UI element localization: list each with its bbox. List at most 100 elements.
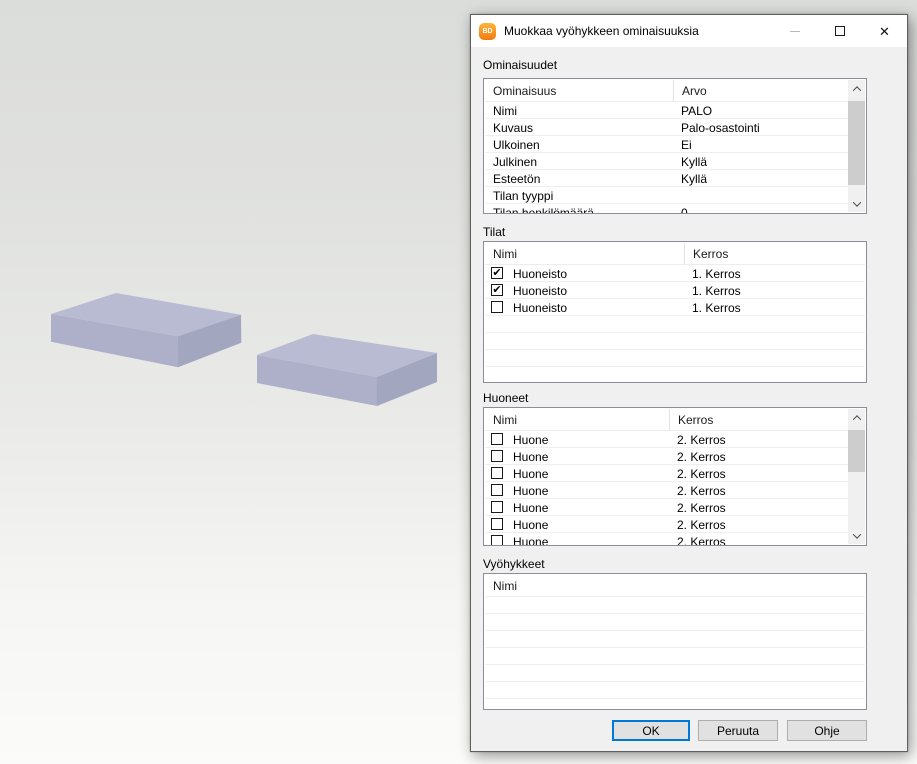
empty-row xyxy=(485,367,865,383)
scrollbar-thumb[interactable] xyxy=(848,430,865,472)
row-floor: 1. Kerros xyxy=(684,282,865,299)
table-row[interactable]: Huone2. Kerros xyxy=(485,499,865,516)
properties-table[interactable]: OminaisuusArvoNimiPALOKuvausPalo-osastoi… xyxy=(483,78,867,214)
table-row[interactable]: ✔ Huoneisto 1. Kerros xyxy=(485,282,865,299)
scroll-up-icon[interactable] xyxy=(848,80,865,97)
column-header[interactable]: Nimi xyxy=(485,575,845,597)
table-row[interactable]: Huone 2. Kerros xyxy=(485,431,865,448)
empty-row xyxy=(485,648,865,665)
table-row[interactable]: NimiPALO xyxy=(485,102,865,119)
checkbox-unchecked-icon[interactable] xyxy=(491,535,503,546)
minimize-icon xyxy=(790,31,800,32)
column-header[interactable]: Arvo xyxy=(673,80,848,102)
column-header[interactable]: Ominaisuus xyxy=(485,80,673,102)
scroll-down-icon[interactable] xyxy=(848,527,865,544)
scroll-down-icon[interactable] xyxy=(848,195,865,212)
maximize-icon xyxy=(835,26,845,36)
table-header: NimiKerros xyxy=(485,409,865,431)
checkbox-unchecked-icon[interactable] xyxy=(491,433,503,445)
table-header: OminaisuusArvo xyxy=(485,80,865,102)
row-floor: 2. Kerros xyxy=(669,516,848,533)
cancel-button[interactable]: Peruuta xyxy=(698,720,778,741)
spaces-section-label: Tilat xyxy=(483,225,505,239)
table-row[interactable]: Huone2. Kerros xyxy=(485,465,865,482)
help-button[interactable]: Ohje xyxy=(787,720,867,741)
minimize-button xyxy=(772,15,817,47)
row-name: Huoneisto xyxy=(513,299,567,316)
table-row[interactable]: Tilan tyyppi xyxy=(485,187,865,204)
column-header[interactable]: Nimi xyxy=(485,409,669,431)
3d-viewport[interactable] xyxy=(30,280,470,420)
property-name: Kuvaus xyxy=(485,119,673,136)
spaces-table[interactable]: NimiKerros ✔ Huoneisto 1. Kerros ✔ Huoneisto 1… xyxy=(483,241,867,383)
close-button[interactable]: ✕ xyxy=(862,15,907,47)
checkbox-checked-icon[interactable]: ✔ xyxy=(491,267,503,279)
property-value: 0 xyxy=(673,204,848,214)
row-name: Huone xyxy=(513,516,548,533)
table-row[interactable]: KuvausPalo-osastointi xyxy=(485,119,865,136)
row-name: Huone xyxy=(513,533,548,546)
app-logo-icon: BD xyxy=(479,23,496,40)
vertical-scrollbar[interactable] xyxy=(848,80,865,212)
dialog-title: Muokkaa vyöhykkeen ominaisuuksia xyxy=(504,24,699,38)
edit-zone-properties-dialog: BD Muokkaa vyöhykkeen ominaisuuksia ✕ Om… xyxy=(470,14,908,752)
table-header: Nimi xyxy=(485,575,865,597)
checkbox-unchecked-icon[interactable] xyxy=(491,450,503,462)
property-name: Tilan henkilömäärä xyxy=(485,204,673,214)
table-row[interactable]: Huone 2. Kerros xyxy=(485,516,865,533)
vertical-scrollbar[interactable] xyxy=(848,409,865,544)
checkbox-unchecked-icon[interactable] xyxy=(491,467,503,479)
empty-row xyxy=(485,665,865,682)
table-row[interactable]: UlkoinenEi xyxy=(485,136,865,153)
property-value: Kyllä xyxy=(673,170,848,187)
empty-row xyxy=(485,614,865,631)
row-name: Huoneisto xyxy=(513,265,567,282)
property-name: Nimi xyxy=(485,102,673,119)
table-row[interactable]: Huone2. Kerros xyxy=(485,482,865,499)
table-row[interactable]: EsteetönKyllä xyxy=(485,170,865,187)
table-row[interactable]: Huone2. Kerros xyxy=(485,448,865,465)
row-name: Huoneisto xyxy=(513,282,567,299)
properties-section-label: Ominaisuudet xyxy=(483,58,557,72)
rooms-table[interactable]: NimiKerrosHuone2. KerrosHuone2. KerrosHu… xyxy=(483,407,867,546)
empty-row xyxy=(485,333,865,350)
row-floor: 2. Kerros xyxy=(669,431,848,448)
empty-row xyxy=(485,631,865,648)
row-name: Huone xyxy=(513,431,548,448)
ok-button[interactable]: OK xyxy=(612,720,690,741)
zone-box-right[interactable] xyxy=(257,334,437,406)
zones-table[interactable]: Nimi xyxy=(483,573,867,710)
column-header[interactable]: Kerros xyxy=(669,409,848,431)
checkbox-unchecked-icon[interactable] xyxy=(491,501,503,513)
row-floor: 2. Kerros xyxy=(669,482,848,499)
maximize-button[interactable] xyxy=(817,15,862,47)
app-screen: BD Muokkaa vyöhykkeen ominaisuuksia ✕ Om… xyxy=(0,0,917,764)
row-floor: 1. Kerros xyxy=(684,299,865,316)
empty-row xyxy=(485,597,865,614)
empty-row xyxy=(485,350,865,367)
table-row[interactable]: Huone2. Kerros xyxy=(485,533,865,546)
property-name: Esteetön xyxy=(485,170,673,187)
property-name: Julkinen xyxy=(485,153,673,170)
column-header[interactable]: Kerros xyxy=(684,243,865,265)
dialog-titlebar[interactable]: BD Muokkaa vyöhykkeen ominaisuuksia ✕ xyxy=(471,15,907,47)
close-icon: ✕ xyxy=(879,25,890,38)
rooms-section-label: Huoneet xyxy=(483,391,528,405)
checkbox-checked-icon[interactable]: ✔ xyxy=(491,284,503,296)
property-value xyxy=(673,187,848,204)
table-row[interactable]: Tilan henkilömäärä0 xyxy=(485,204,865,214)
scroll-up-icon[interactable] xyxy=(848,409,865,426)
property-value: Kyllä xyxy=(673,153,848,170)
table-row[interactable]: JulkinenKyllä xyxy=(485,153,865,170)
property-value: Ei xyxy=(673,136,848,153)
checkbox-unchecked-icon[interactable] xyxy=(491,484,503,496)
zone-box-left[interactable] xyxy=(51,293,241,367)
empty-row xyxy=(485,699,865,710)
scrollbar-thumb[interactable] xyxy=(848,101,865,185)
checkbox-unchecked-icon[interactable] xyxy=(491,518,503,530)
checkbox-unchecked-icon[interactable] xyxy=(491,301,503,313)
row-floor: 1. Kerros xyxy=(684,265,865,282)
table-row[interactable]: ✔ Huoneisto 1. Kerros xyxy=(485,265,865,282)
table-row[interactable]: Huoneisto 1. Kerros xyxy=(485,299,865,316)
column-header[interactable]: Nimi xyxy=(485,243,684,265)
